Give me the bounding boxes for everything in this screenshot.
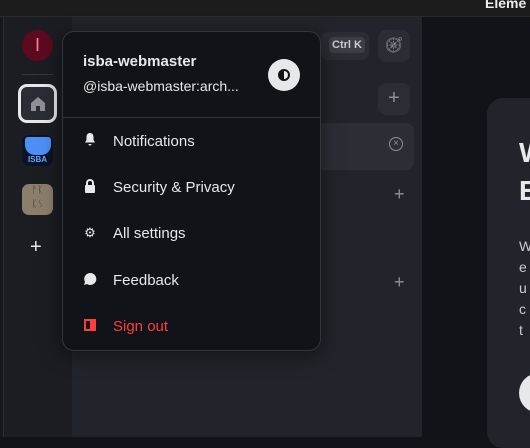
space-label: ISBA xyxy=(27,155,48,164)
welcome-text: W e u c t xyxy=(519,238,530,338)
create-space-button[interactable]: + xyxy=(30,236,42,259)
space-home[interactable] xyxy=(18,84,57,123)
gear-icon: ⚙ xyxy=(84,225,96,240)
shortcut-hint: Ctrl K xyxy=(329,37,365,53)
add-section-button[interactable]: + xyxy=(394,272,405,293)
user-menu: isba-webmaster @isba-webmaster:arch... N… xyxy=(62,31,321,351)
space-runes[interactable]: ᚨᛕ ᛕᛊ xyxy=(22,184,53,215)
user-menu-header: isba-webmaster @isba-webmaster:arch... xyxy=(63,32,320,118)
sign-out-icon xyxy=(83,318,97,334)
isba-logo xyxy=(24,137,51,155)
explore-button[interactable]: 🧭︎ xyxy=(378,30,410,62)
user-avatar[interactable]: I xyxy=(22,30,53,61)
space-isba[interactable]: ISBA xyxy=(22,135,53,166)
menu-item-feedback[interactable]: Feedback xyxy=(63,260,320,300)
welcome-action-button[interactable] xyxy=(519,373,530,413)
menu-item-label: All settings xyxy=(113,224,186,242)
user-id: @isba-webmaster:arch... xyxy=(83,78,239,94)
search-button[interactable]: Ctrl K xyxy=(321,32,369,60)
home-icon xyxy=(30,96,45,111)
add-room-button[interactable]: + xyxy=(378,83,410,115)
divider xyxy=(22,74,53,75)
menu-item-security[interactable]: Security & Privacy xyxy=(63,167,320,207)
menu-item-label: Security & Privacy xyxy=(113,178,235,196)
theme-toggle-button[interactable] xyxy=(268,59,300,91)
menu-item-notifications[interactable]: Notifications xyxy=(63,121,320,161)
menu-item-sign-out[interactable]: Sign out xyxy=(63,306,320,346)
bell-icon xyxy=(83,133,97,149)
menu-item-label: Feedback xyxy=(113,271,179,289)
menu-item-all-settings[interactable]: ⚙ All settings xyxy=(63,213,320,253)
title-bar: Eleme xyxy=(0,0,530,17)
welcome-card: W E W e u c t xyxy=(487,98,530,448)
close-icon[interactable]: × xyxy=(389,137,403,151)
menu-item-label: Notifications xyxy=(113,132,195,150)
contrast-icon xyxy=(278,69,290,81)
menu-item-label: Sign out xyxy=(113,317,169,335)
lock-icon xyxy=(83,178,97,196)
chat-bubble-icon xyxy=(83,272,97,289)
window-title: Eleme xyxy=(485,0,527,11)
welcome-title: W E xyxy=(519,137,530,206)
add-section-button[interactable]: + xyxy=(394,184,405,205)
compass-icon: 🧭︎ xyxy=(384,37,404,54)
display-name: isba-webmaster xyxy=(83,53,197,70)
